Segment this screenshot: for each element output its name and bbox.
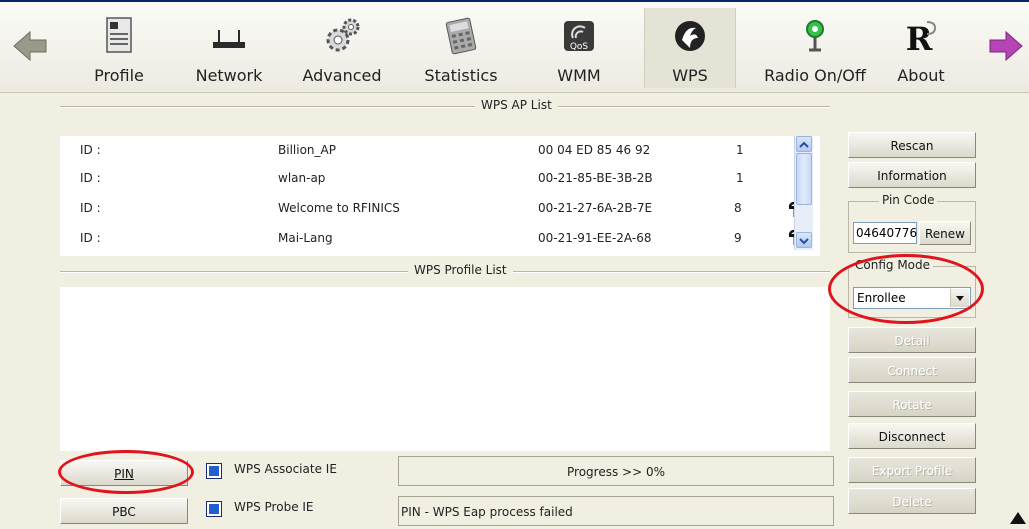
profile-list-title: WPS Profile List	[408, 263, 513, 277]
advanced-gear-icon	[326, 18, 360, 52]
row-bssid: 00 04 ED 85 46 92	[538, 143, 651, 157]
ap-list-title: WPS AP List	[475, 98, 558, 112]
toolbar-label: Advanced	[302, 66, 382, 85]
delete-button[interactable]: Delete	[848, 488, 976, 514]
row-bssid: 00-21-91-EE-2A-68	[538, 231, 652, 245]
row-ssid: Billion_AP	[278, 143, 336, 157]
toolbar-advanced[interactable]: Advanced	[297, 8, 387, 88]
row-ssid: Welcome to RFINICS	[278, 201, 400, 215]
scroll-thumb[interactable]	[796, 153, 812, 205]
ap-list-scrollbar[interactable]	[794, 136, 813, 250]
about-r-icon: R	[906, 20, 937, 56]
toolbar-wps[interactable]: WPS	[644, 8, 736, 88]
toolbar-label: WPS	[672, 66, 708, 85]
row-id-label: ID :	[80, 171, 101, 185]
information-button[interactable]: Information	[848, 162, 976, 188]
toolbar-label: Statistics	[424, 66, 498, 85]
rotate-button[interactable]: Rotate	[848, 391, 976, 417]
wps-associate-ie-checkbox[interactable]	[206, 463, 222, 479]
toolbar-wmm[interactable]: QoS WMM	[534, 8, 624, 88]
scroll-up-button[interactable]	[796, 136, 812, 152]
pbc-button[interactable]: PBC	[60, 498, 188, 524]
progress-box: Progress >> 0%	[398, 456, 834, 486]
row-id-label: ID :	[80, 231, 101, 245]
toolbar-label: Profile	[94, 66, 144, 85]
dropdown-button[interactable]	[950, 289, 969, 307]
chevron-down-icon	[799, 238, 809, 245]
config-mode-legend: Config Mode	[852, 258, 934, 272]
wps-probe-ie-label: WPS Probe IE	[234, 500, 314, 514]
svg-text:R: R	[906, 20, 933, 56]
table-row[interactable]: ID : Billion_AP 00 04 ED 85 46 92 1	[60, 136, 820, 164]
config-mode-select[interactable]: Enrollee	[853, 287, 971, 309]
toolbar-label: About	[897, 66, 945, 85]
progress-text: Progress >> 0%	[567, 465, 665, 479]
rescan-button[interactable]: Rescan	[848, 132, 976, 158]
wps-associate-ie-label: WPS Associate IE	[234, 462, 337, 476]
row-ssid: Mai-Lang	[278, 231, 333, 245]
row-channel: 1	[736, 143, 744, 157]
wps-probe-ie-checkbox[interactable]	[206, 501, 222, 517]
row-channel: 9	[734, 231, 742, 245]
connect-button[interactable]: Connect	[848, 357, 976, 383]
chevron-up-icon	[799, 141, 809, 148]
pin-code-legend: Pin Code	[879, 193, 938, 207]
toolbar-statistics[interactable]: Statistics	[416, 8, 506, 88]
pin-code-group: Pin Code 04640776 Renew	[848, 193, 976, 253]
row-id-label: ID :	[80, 143, 101, 157]
config-mode-value: Enrollee	[857, 291, 906, 305]
table-row[interactable]: ID : Mai-Lang 00-21-91-EE-2A-68 9	[60, 224, 820, 252]
wps-window: Profile Network Advanced Statistics QoS …	[0, 0, 1029, 529]
toolbar-label: Radio On/Off	[764, 66, 866, 85]
pbc-button-label: PBC	[112, 505, 136, 519]
renew-button[interactable]: Renew	[919, 221, 971, 245]
row-bssid: 00-21-27-6A-2B-7E	[538, 201, 653, 215]
profile-list[interactable]	[60, 287, 830, 451]
toolbar-label: WMM	[557, 66, 601, 85]
status-message-box: PIN - WPS Eap process failed	[398, 496, 834, 526]
chevron-down-icon	[956, 296, 964, 301]
detail-button[interactable]: Detail	[848, 327, 976, 353]
row-id-label: ID :	[80, 201, 101, 215]
radio-antenna-icon	[806, 20, 824, 52]
scroll-down-button[interactable]	[796, 232, 812, 248]
toolbar-about[interactable]: R About	[876, 8, 966, 88]
forward-arrow-icon[interactable]	[986, 26, 1026, 66]
row-channel: 8	[734, 201, 742, 215]
status-message: PIN - WPS Eap process failed	[401, 505, 573, 519]
table-row[interactable]: ID : Welcome to RFINICS 00-21-27-6A-2B-7…	[60, 194, 820, 222]
row-channel: 1	[736, 171, 744, 185]
row-bssid: 00-21-85-BE-3B-2B	[538, 171, 653, 185]
row-ssid: wlan-ap	[278, 171, 326, 185]
export-profile-button[interactable]: Export Profile	[848, 457, 976, 483]
config-mode-group: Config Mode Enrollee	[848, 258, 976, 318]
cursor-icon	[1010, 512, 1026, 524]
qos-icon: QoS	[564, 21, 594, 52]
toolbar: Profile Network Advanced Statistics QoS …	[0, 2, 1029, 93]
toolbar-network[interactable]: Network	[184, 8, 274, 88]
toolbar-profile[interactable]: Profile	[74, 8, 164, 88]
pin-button-label: PIN	[114, 467, 134, 481]
statistics-calculator-icon	[445, 17, 477, 55]
toolbar-radio[interactable]: Radio On/Off	[760, 8, 870, 88]
pin-button[interactable]: PIN	[60, 460, 188, 486]
pin-code-field[interactable]: 04640776	[853, 222, 917, 244]
ap-list[interactable]: ID : Billion_AP 00 04 ED 85 46 92 1 ID :…	[60, 136, 820, 256]
ap-list-divider	[60, 106, 830, 108]
wps-icon	[675, 21, 705, 51]
table-row[interactable]: ID : wlan-ap 00-21-85-BE-3B-2B 1	[60, 164, 820, 192]
profile-icon	[106, 17, 132, 53]
toolbar-label: Network	[195, 66, 263, 85]
svg-text:QoS: QoS	[570, 42, 589, 52]
disconnect-button[interactable]: Disconnect	[848, 423, 976, 449]
network-icon	[213, 30, 245, 48]
back-arrow-icon[interactable]	[10, 26, 50, 66]
